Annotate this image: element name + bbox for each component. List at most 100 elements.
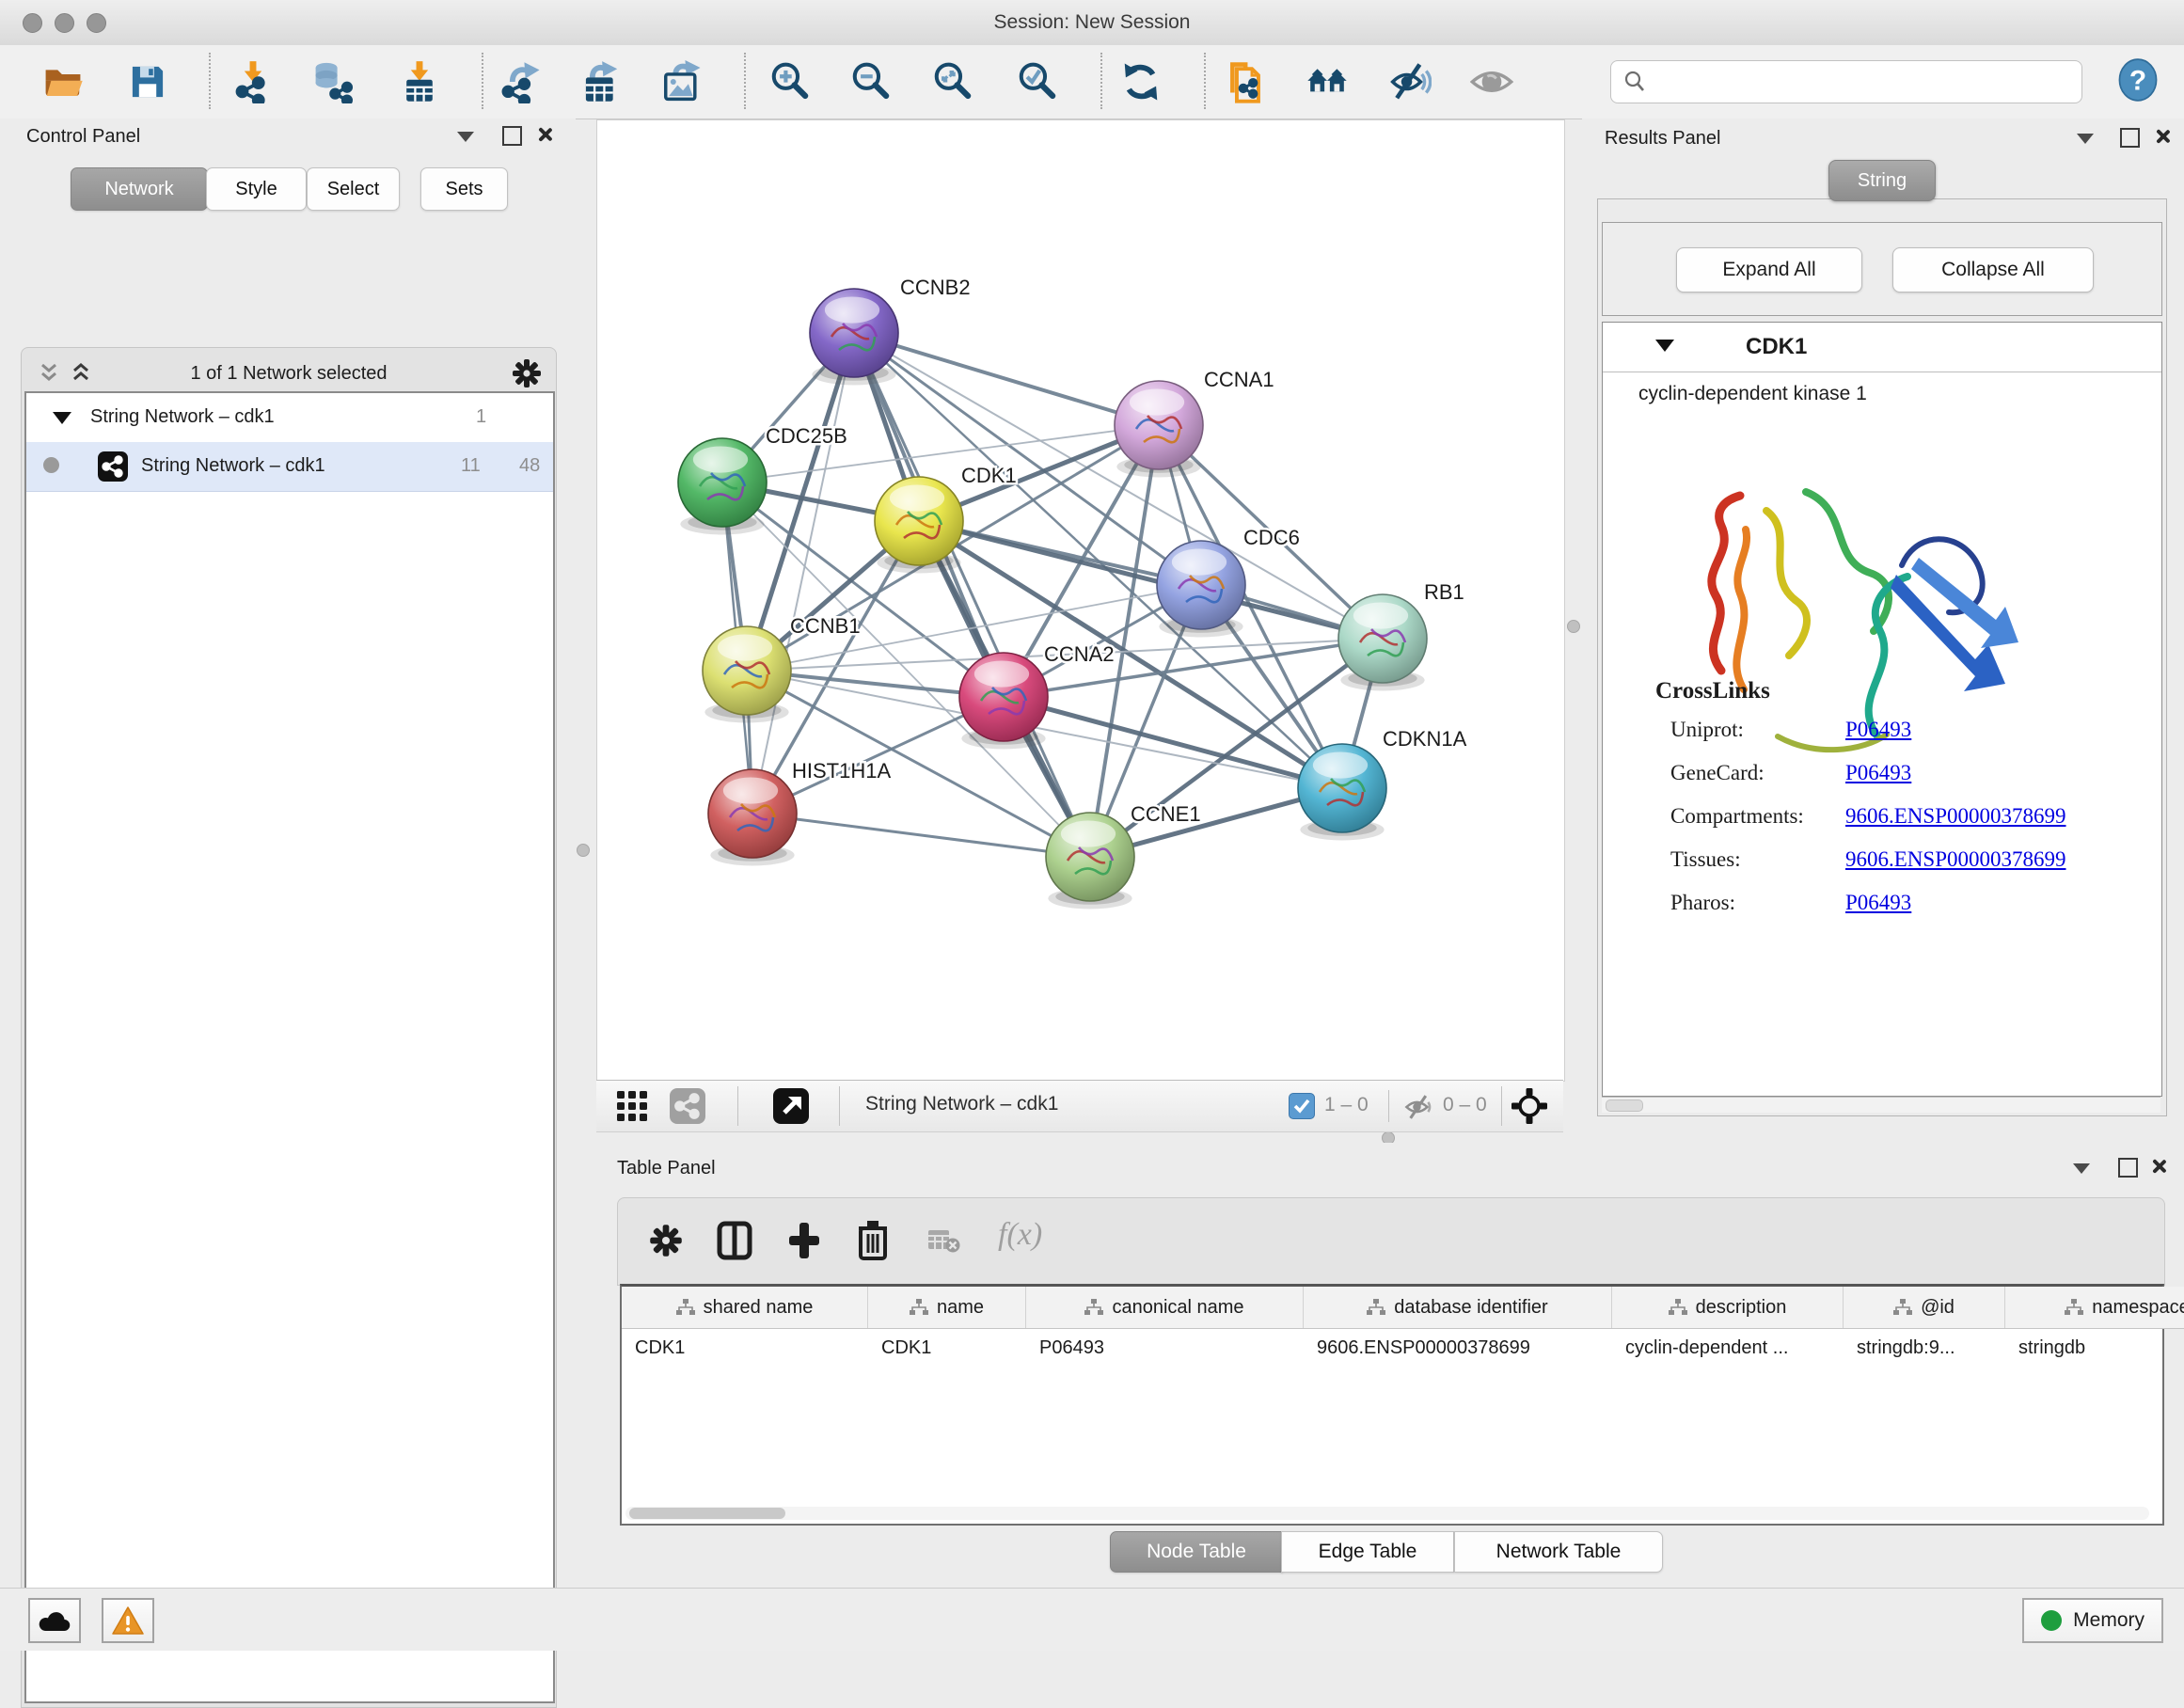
network-view-badge-icon[interactable] [670, 1088, 705, 1124]
hide-selected-icon[interactable] [1388, 60, 1432, 103]
tab-edge-table[interactable]: Edge Table [1281, 1531, 1454, 1573]
results-hscrollbar[interactable] [1602, 1097, 2160, 1113]
toolbar-separator [482, 53, 483, 109]
table-cell[interactable]: stringdb [2005, 1328, 2184, 1368]
cloud-status-button[interactable] [28, 1598, 81, 1643]
memory-button[interactable]: Memory [2022, 1598, 2163, 1643]
panel-float-icon[interactable] [502, 126, 522, 146]
toolbar-separator [839, 1086, 840, 1126]
crosslink-row: Compartments: [1670, 804, 1804, 829]
zoom-out-icon[interactable] [849, 60, 893, 103]
table-data-row[interactable]: CDK1CDK1P064939606.ENSP00000378699cyclin… [622, 1328, 2184, 1368]
expand-all-button[interactable]: Expand All [1676, 247, 1862, 293]
pharos-link[interactable]: P06493 [1845, 891, 1911, 915]
tab-style[interactable]: Style [206, 167, 307, 211]
uniprot-link[interactable]: P06493 [1845, 718, 1911, 742]
tab-network-table[interactable]: Network Table [1454, 1531, 1663, 1573]
column-header-database-identifier[interactable]: database identifier [1304, 1287, 1612, 1328]
import-network-from-database-icon[interactable] [311, 60, 355, 103]
network-collection-row[interactable]: String Network – cdk1 1 [26, 393, 553, 442]
results-hscrollbar-thumb[interactable] [1606, 1099, 1643, 1112]
new-network-from-selection-icon[interactable] [1223, 60, 1266, 103]
show-columns-icon[interactable] [716, 1221, 753, 1260]
collapse-all-button[interactable]: Collapse All [1892, 247, 2094, 293]
compartments-link[interactable]: 9606.ENSP00000378699 [1845, 804, 2066, 829]
import-network-from-file-icon[interactable] [231, 60, 275, 103]
right-splitter-handle[interactable] [1567, 620, 1580, 633]
panel-menu-icon[interactable] [2077, 134, 2094, 144]
warning-icon [111, 1605, 145, 1636]
show-all-icon[interactable] [1470, 60, 1513, 103]
crosslink-row: Pharos: [1670, 891, 1735, 915]
column-type-icon [676, 1299, 695, 1316]
panel-close-icon[interactable] [2150, 1158, 2167, 1175]
protein-structure-image [1665, 454, 2032, 793]
result-entry-header[interactable]: CDK1 [1603, 323, 2161, 372]
tab-string[interactable]: String [1828, 160, 1936, 201]
navigator-icon[interactable] [773, 1088, 809, 1124]
panel-close-icon[interactable] [2154, 128, 2171, 145]
fit-content-crosshair-icon[interactable] [1511, 1087, 1548, 1125]
column-header-description[interactable]: description [1612, 1287, 1844, 1328]
export-network-icon[interactable] [499, 60, 543, 103]
table-cell[interactable]: cyclin-dependent ... [1612, 1328, 1844, 1368]
genecard-link[interactable]: P06493 [1845, 761, 1911, 785]
column-header-namespace[interactable]: namespace [2005, 1287, 2184, 1328]
zoom-selected-icon[interactable] [1016, 60, 1059, 103]
search-input[interactable] [1656, 65, 2074, 99]
string-network-graph[interactable]: CCNB2CCNA1CDC25BCDK1CDC6RB1CCNB1CCNA2CDK… [597, 120, 1564, 1081]
table-cell[interactable]: 9606.ENSP00000378699 [1304, 1328, 1612, 1368]
table-hscrollbar-thumb[interactable] [629, 1508, 785, 1519]
open-session-icon[interactable] [41, 60, 85, 103]
tab-sets[interactable]: Sets [420, 167, 508, 211]
export-table-icon[interactable] [579, 60, 623, 103]
table-toolbar: f(x) [617, 1197, 2165, 1286]
refresh-view-icon[interactable] [1119, 60, 1163, 103]
table-options-gear-icon[interactable] [648, 1223, 684, 1258]
tissues-link[interactable]: 9606.ENSP00000378699 [1845, 847, 2066, 872]
table-cell[interactable]: CDK1 [868, 1328, 1026, 1368]
panel-menu-icon[interactable] [457, 132, 474, 142]
save-session-icon[interactable] [126, 60, 169, 103]
delete-column-icon[interactable] [855, 1219, 891, 1260]
column-header--id[interactable]: @id [1844, 1287, 2005, 1328]
help-button[interactable]: ? [2116, 58, 2160, 102]
export-image-icon[interactable] [660, 60, 704, 103]
tree-expand-icon[interactable] [53, 412, 71, 424]
zoom-fit-icon[interactable] [931, 60, 974, 103]
first-neighbors-icon[interactable] [1306, 60, 1349, 103]
column-header-canonical-name[interactable]: canonical name [1026, 1287, 1304, 1328]
network-row-selected[interactable]: String Network – cdk1 11 48 [26, 442, 553, 492]
grid-view-icon[interactable] [615, 1089, 649, 1123]
import-table-from-file-icon[interactable] [398, 60, 441, 103]
zoom-in-icon[interactable] [768, 60, 812, 103]
tab-network[interactable]: Network [71, 167, 208, 211]
toolbar-separator [1501, 1086, 1502, 1126]
tab-select[interactable]: Select [307, 167, 400, 211]
selected-checkbox-icon[interactable] [1289, 1093, 1315, 1119]
column-header-shared-name[interactable]: shared name [622, 1287, 868, 1328]
results-panel-title: Results Panel [1605, 128, 1720, 150]
table-cell[interactable]: P06493 [1026, 1328, 1304, 1368]
tab-node-table[interactable]: Node Table [1110, 1531, 1283, 1573]
table-hscrollbar[interactable] [625, 1507, 2149, 1520]
table-cell[interactable]: stringdb:9... [1844, 1328, 2005, 1368]
column-header-name[interactable]: name [868, 1287, 1026, 1328]
toolbar-separator [737, 1086, 738, 1126]
function-builder-icon: f(x) [998, 1217, 1042, 1253]
network-selection-status: 1 of 1 Network selected [22, 363, 556, 385]
warnings-button[interactable] [102, 1598, 154, 1643]
panel-float-icon[interactable] [2118, 1158, 2138, 1178]
create-column-icon[interactable] [785, 1221, 823, 1260]
collapse-entry-icon[interactable] [1655, 340, 1674, 352]
network-options-gear-icon[interactable] [511, 357, 543, 389]
panel-menu-icon[interactable] [2073, 1163, 2090, 1174]
crosslink-row: GeneCard: [1670, 761, 1765, 785]
panel-close-icon[interactable] [536, 126, 553, 143]
svg-text:?: ? [2129, 65, 2146, 96]
left-splitter-handle[interactable] [577, 844, 590, 857]
panel-float-icon[interactable] [2120, 128, 2140, 148]
table-cell[interactable]: CDK1 [622, 1328, 868, 1368]
network-canvas[interactable]: CCNB2CCNA1CDC25BCDK1CDC6RB1CCNB1CCNA2CDK… [596, 119, 1565, 1082]
window-title: Session: New Session [0, 11, 2184, 34]
